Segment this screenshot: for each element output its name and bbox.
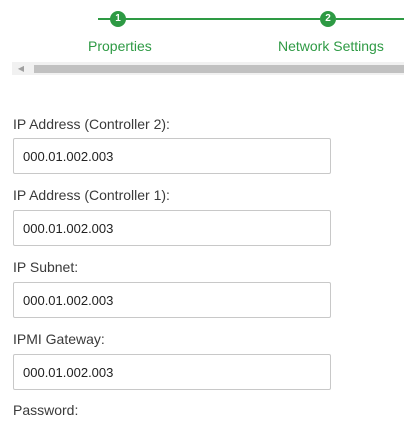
ip-address-controller-2-input[interactable] <box>13 138 331 174</box>
ip-address-controller-2-label: IP Address (Controller 2): <box>13 116 170 132</box>
ipmi-gateway-label: IPMI Gateway: <box>13 331 105 347</box>
step-2-indicator[interactable]: 2 <box>320 11 336 27</box>
scrollbar-thumb[interactable] <box>34 65 404 73</box>
ipmi-gateway-input[interactable] <box>13 354 331 390</box>
ip-address-controller-1-label: IP Address (Controller 1): <box>13 187 170 203</box>
ip-subnet-input[interactable] <box>13 282 331 318</box>
password-label: Password: <box>13 402 79 418</box>
horizontal-scrollbar[interactable]: ◀ <box>12 62 404 75</box>
step-connector-next <box>336 18 404 20</box>
ip-subnet-label: IP Subnet: <box>13 259 79 275</box>
step-connector <box>98 18 320 20</box>
step-1-indicator[interactable]: 1 <box>110 11 126 27</box>
ip-address-controller-1-input[interactable] <box>13 210 331 246</box>
wizard-stepper: 1 Properties 2 Network Settings <box>0 0 404 60</box>
chevron-left-icon[interactable]: ◀ <box>12 62 30 75</box>
step-1-label[interactable]: Properties <box>88 38 152 54</box>
step-2-label[interactable]: Network Settings <box>278 38 384 54</box>
network-settings-page: 1 Properties 2 Network Settings ◀ IP Add… <box>0 0 404 424</box>
